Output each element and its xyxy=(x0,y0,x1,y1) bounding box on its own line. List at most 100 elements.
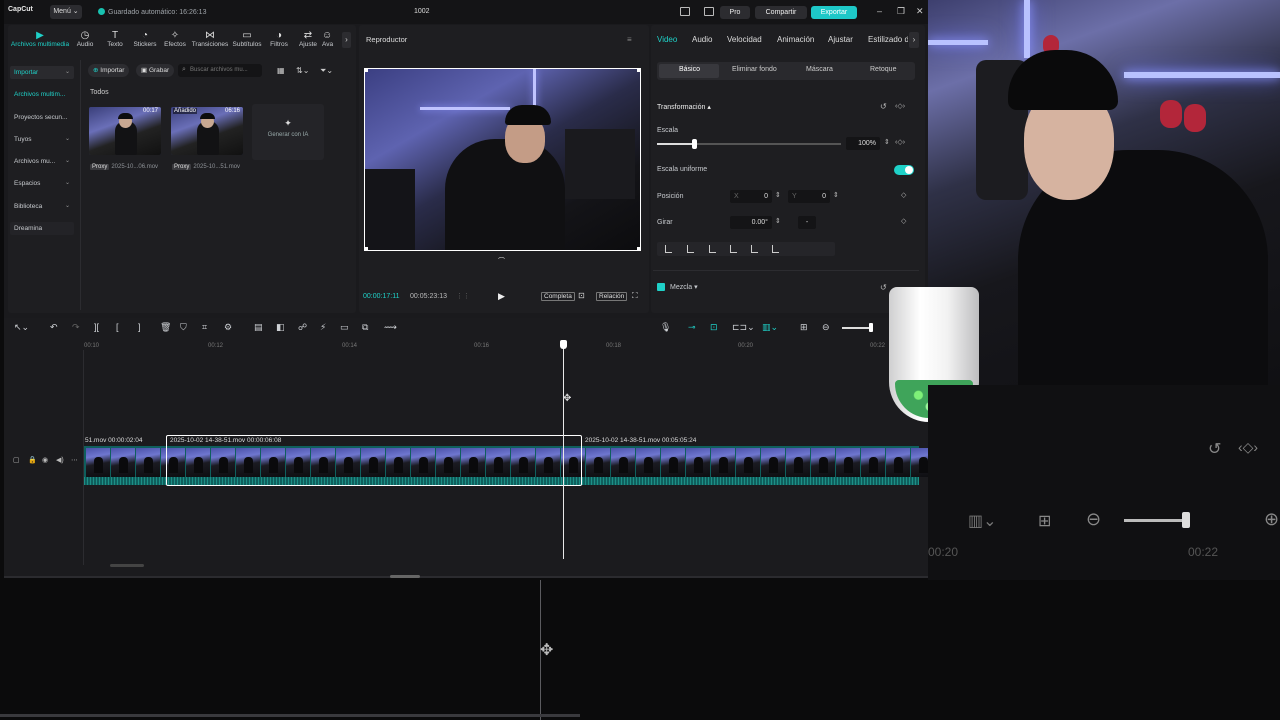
generate-ai-card[interactable]: ✦ Generar con IA xyxy=(252,104,324,160)
align-bottom-icon[interactable] xyxy=(772,245,779,253)
selected-clip[interactable] xyxy=(166,435,582,486)
prop-tab-adjust[interactable]: Ajustar xyxy=(828,35,853,44)
prop-tab-animation[interactable]: Animación xyxy=(777,35,814,44)
transform-icon[interactable]: ⧉ xyxy=(362,322,368,333)
sidebar-item-secondary-projects[interactable]: Proyectos secun... xyxy=(10,111,74,124)
speed-icon[interactable]: ⟿ xyxy=(384,322,397,333)
close-icon[interactable]: ✕ xyxy=(916,6,924,17)
tab-transitions[interactable]: ⋈ Transiciones xyxy=(190,30,230,48)
stepper-icon[interactable]: ⇕ xyxy=(775,217,781,225)
main-track-icon[interactable]: ▥⌄ xyxy=(762,322,778,333)
align-center-h-icon[interactable] xyxy=(687,245,694,253)
panel-resize-handle[interactable] xyxy=(390,575,420,578)
sort-icon[interactable]: ⇅⌄ xyxy=(296,66,309,75)
keyframe-icon[interactable]: ◇ xyxy=(901,191,906,199)
rotate-dash[interactable]: - xyxy=(798,216,816,229)
align-top-icon[interactable] xyxy=(730,245,737,253)
uniform-scale-toggle[interactable] xyxy=(894,165,914,175)
align-right-icon[interactable] xyxy=(709,245,716,253)
tab-avatar[interactable]: ☺ Ava xyxy=(322,30,340,48)
magnet-icon[interactable]: ⊸ xyxy=(688,322,696,333)
resize-handle[interactable] xyxy=(365,247,368,250)
delete-icon[interactable]: 🗑 xyxy=(160,322,171,333)
tab-filters[interactable]: ◑ Filtros xyxy=(264,30,294,48)
microphone-icon[interactable]: 🎙 xyxy=(660,322,671,333)
timeline-scrollbar[interactable] xyxy=(110,564,144,567)
cover-icon[interactable]: ▢ xyxy=(13,456,20,464)
playhead[interactable] xyxy=(563,346,564,559)
cutout-icon[interactable]: ☍ xyxy=(298,322,307,333)
import-button[interactable]: ⊕ Importar xyxy=(88,64,130,77)
scale-input[interactable]: 100% xyxy=(846,137,880,150)
ai-tool-icon[interactable]: ⚙ xyxy=(224,322,232,333)
position-y-input[interactable]: Y0 xyxy=(788,190,830,203)
split-left-icon[interactable]: [ xyxy=(116,322,119,332)
sub-tab-retouch[interactable]: Retoque xyxy=(870,66,896,73)
sub-tab-remove-bg[interactable]: Eliminar fondo xyxy=(732,66,777,73)
prop-tab-video[interactable]: Video xyxy=(657,35,677,44)
keyframe-icon[interactable]: ‹◇› xyxy=(895,138,905,146)
magic-icon[interactable]: ⚡ xyxy=(320,322,326,333)
tabs-scroll-right[interactable]: › xyxy=(342,32,351,48)
stepper-icon[interactable]: ⇕ xyxy=(833,191,839,199)
split-icon[interactable]: ][ xyxy=(94,322,99,332)
sidebar-item-library[interactable]: Biblioteca ⌄ xyxy=(10,200,74,213)
sidebar-item-files[interactable]: Archivos mu... ⌄ xyxy=(10,155,74,168)
tab-media[interactable]: ▶ Archivos multimedia xyxy=(10,30,70,48)
menu-button[interactable]: Menú ⌄ xyxy=(50,5,82,19)
media-thumbnail[interactable]: 00:17 xyxy=(89,107,161,155)
maximize-icon[interactable]: ❐ xyxy=(897,6,905,17)
search-input[interactable]: Buscar archivos mu... xyxy=(178,64,262,77)
fit-icon[interactable]: ⊞ xyxy=(800,322,808,333)
stepper-icon[interactable]: ⇕ xyxy=(775,191,781,199)
reset-icon[interactable]: ↺ xyxy=(880,102,887,111)
snapshot-icon[interactable]: ⊡ xyxy=(578,291,585,300)
aspect-ratio-button[interactable]: Relación xyxy=(596,292,628,301)
resize-handle[interactable] xyxy=(637,247,640,250)
rotate-input[interactable]: 0.00° xyxy=(730,216,772,229)
media-thumbnail[interactable]: Añadido 06:16 xyxy=(171,107,243,155)
prop-tabs-scroll-right[interactable]: › xyxy=(909,32,919,48)
more-icon[interactable]: ⋯ xyxy=(71,456,78,464)
tab-adjust[interactable]: ⇄ Ajuste xyxy=(294,30,322,48)
rotate-handle-icon[interactable]: ⌒ xyxy=(498,256,505,266)
minimize-icon[interactable]: – xyxy=(877,6,882,16)
scale-slider-knob[interactable] xyxy=(691,139,697,149)
select-tool-icon[interactable]: ↖⌄ xyxy=(14,322,29,333)
keyframe-icon[interactable]: ◇ xyxy=(901,217,906,225)
prop-tab-audio[interactable]: Audio xyxy=(692,35,712,44)
tab-stickers[interactable]: ◔ Stickers xyxy=(130,30,160,48)
mirror-icon[interactable]: ◧ xyxy=(276,322,285,333)
caption-icon[interactable]: ▭ xyxy=(340,322,349,333)
lock-icon[interactable]: 🔒 xyxy=(28,456,37,464)
keyframe-icon[interactable]: ‹◇› xyxy=(895,102,905,110)
blend-label[interactable]: Mezcla ▾ xyxy=(670,283,698,291)
resize-handle[interactable] xyxy=(637,69,640,72)
play-button[interactable]: ▶ xyxy=(498,291,505,302)
full-quality-button[interactable]: Completa xyxy=(541,292,575,301)
transform-section[interactable]: Transformación ▴ xyxy=(657,103,711,111)
align-left-icon[interactable] xyxy=(665,245,672,253)
shortcuts-icon[interactable] xyxy=(704,7,714,16)
preview-axis-icon[interactable]: ⊏⊐⌄ xyxy=(732,322,755,333)
sidebar-item-spaces[interactable]: Espacios ⌄ xyxy=(10,177,74,190)
zoom-slider[interactable] xyxy=(842,327,872,329)
undo-icon[interactable]: ↶ xyxy=(50,322,58,333)
fullscreen-icon[interactable]: ⛶ xyxy=(632,291,638,301)
visibility-icon[interactable]: ◉ xyxy=(42,456,48,464)
sidebar-item-import[interactable]: Importar ⌄ xyxy=(10,66,74,79)
stepper-icon[interactable]: ⇕ xyxy=(884,138,890,146)
grid-view-icon[interactable]: ▦ xyxy=(277,66,285,75)
reset-icon[interactable]: ↺ xyxy=(880,283,887,292)
sidebar-item-media-files[interactable]: Archivos multim... xyxy=(10,88,74,101)
zoom-slider-knob[interactable] xyxy=(869,323,873,332)
video-preview[interactable] xyxy=(364,68,641,251)
filter-icon[interactable]: ⏷⌄ xyxy=(320,66,333,76)
zoom-out-icon[interactable]: ⊖ xyxy=(822,322,830,333)
sub-tab-basic[interactable]: Básico xyxy=(679,66,700,73)
layout-icon[interactable] xyxy=(680,7,690,16)
redo-icon[interactable]: ↷ xyxy=(72,322,80,333)
tab-effects[interactable]: ✧ Efectos xyxy=(160,30,190,48)
crop-icon[interactable]: ⌗ xyxy=(202,322,207,333)
link-icon[interactable]: ⊡ xyxy=(710,322,718,333)
